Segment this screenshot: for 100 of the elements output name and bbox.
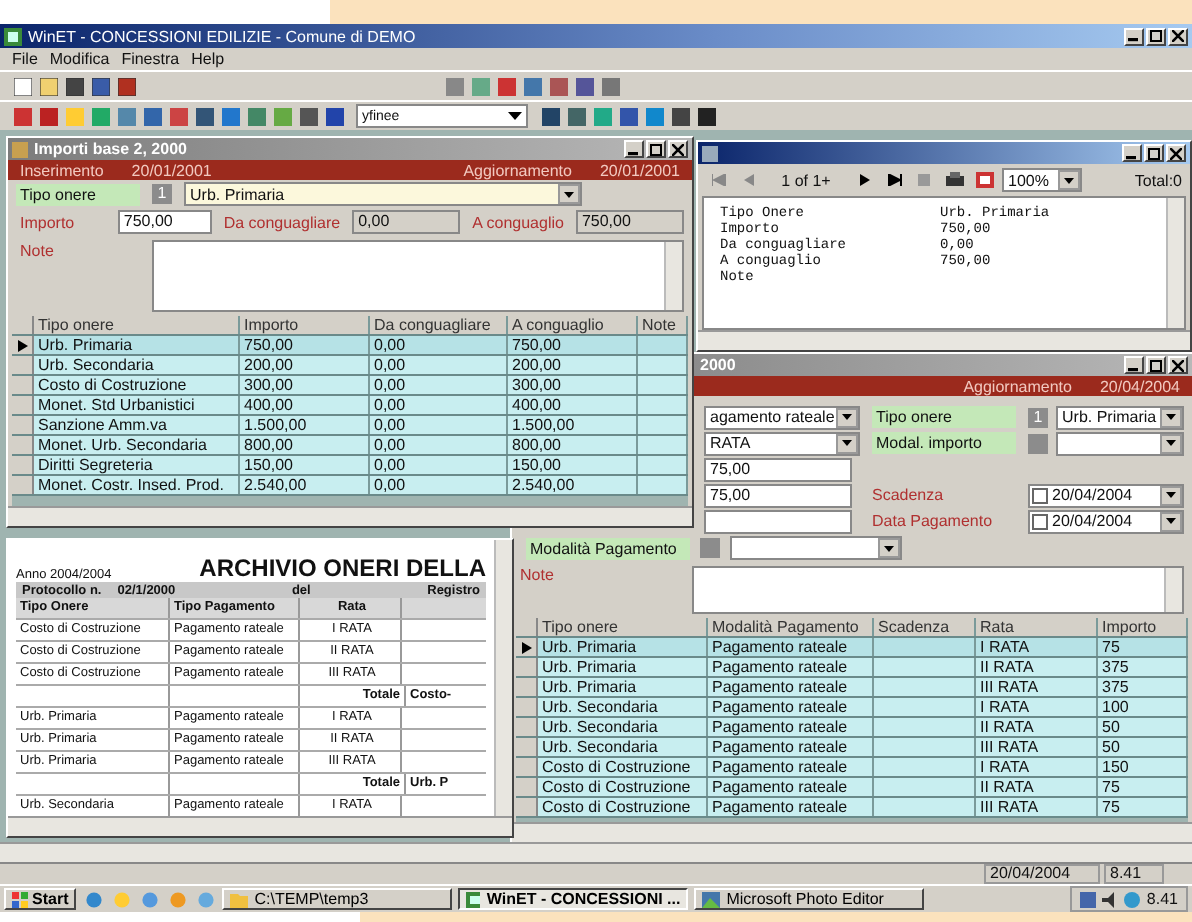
quick-launch-button[interactable] <box>82 888 105 910</box>
date-picker[interactable]: 20/04/2004 <box>1028 483 1184 507</box>
toolbar-button[interactable] <box>296 104 320 128</box>
horizontal-scrollbar[interactable] <box>8 816 512 836</box>
table-row[interactable]: Costo di Costruzione Pagamento rateale II RATA 75 <box>516 778 1188 798</box>
table-row[interactable]: Urb. Primaria Pagamento rateale II RATA 375 <box>516 658 1188 678</box>
table-cell: 0,00 <box>370 436 508 454</box>
input-field[interactable]: 75,00 <box>704 483 852 507</box>
table-row[interactable]: Urb. Secondaria Pagamento rateale II RATA 50 <box>516 718 1188 738</box>
field-label: Modalità Pagamento <box>526 537 690 559</box>
toolbar-button[interactable] <box>616 104 640 128</box>
horizontal-scrollbar[interactable] <box>698 330 1190 350</box>
close-button[interactable] <box>1168 27 1188 45</box>
dropdown-button[interactable] <box>1160 407 1182 427</box>
column-header[interactable]: Note <box>638 316 688 334</box>
dropdown-button[interactable] <box>558 184 580 204</box>
zoom-dropdown[interactable]: 100% <box>1002 168 1082 192</box>
table-row[interactable]: Urb. Primaria Pagamento rateale I RATA 75 <box>516 638 1188 658</box>
vertical-scrollbar[interactable] <box>1166 198 1184 328</box>
column-header[interactable]: Modalità Pagamento <box>708 618 874 636</box>
column-header[interactable]: Scadenza <box>874 618 976 636</box>
dropdown-button[interactable] <box>1160 433 1182 453</box>
menu-item[interactable]: Help <box>191 50 225 68</box>
taskbar-button[interactable]: Microsoft Photo Editor <box>694 888 925 910</box>
toolbar-button[interactable] <box>694 104 718 128</box>
close-button[interactable] <box>1166 144 1186 162</box>
input-field[interactable]: 75,00 <box>704 457 852 481</box>
maximize-button[interactable] <box>1146 27 1166 45</box>
table-cell: III RATA <box>976 738 1098 756</box>
table-row[interactable]: Costo di Costruzione Pagamento rateale III RATA 75 <box>516 798 1188 818</box>
horizontal-scrollbar[interactable] <box>0 842 1192 862</box>
quick-launch-button[interactable] <box>138 888 161 910</box>
table-row[interactable]: Urb. Primaria Pagamento rateale III RATA 375 <box>516 678 1188 698</box>
input-field[interactable]: 750,00 <box>117 210 212 234</box>
table-cell: 50 <box>1098 738 1188 756</box>
table-row[interactable]: Urb. Secondaria Pagamento rateale I RATA 100 <box>516 698 1188 718</box>
date-picker[interactable]: 20/04/2004 <box>1028 509 1184 533</box>
horizontal-scrollbar[interactable] <box>8 506 692 526</box>
taskbar-button[interactable]: C:\TEMP\temp3 <box>222 888 453 910</box>
toolbar-button[interactable] <box>668 104 692 128</box>
dropdown-button[interactable] <box>1058 170 1080 190</box>
code-field[interactable] <box>700 538 720 558</box>
first-page-button[interactable] <box>706 168 730 192</box>
last-page-button[interactable] <box>882 168 906 192</box>
dropdown-button[interactable] <box>836 433 858 453</box>
field-label: Modal. importo <box>872 432 1016 454</box>
table-row[interactable]: Costo di Costruzione Pagamento rateale I RATA 150 <box>516 758 1188 778</box>
column-header[interactable]: Tipo onere <box>538 618 708 636</box>
menu-item[interactable]: Finestra <box>121 50 180 68</box>
code-field[interactable] <box>1028 433 1048 453</box>
note-field[interactable] <box>692 566 1184 614</box>
table-row[interactable]: Monet. Costr. Insed. Prod. 2.540,00 0,00 2.540,00 <box>12 476 688 496</box>
dropdown[interactable]: Urb. Primaria <box>184 182 582 206</box>
export-button[interactable] <box>972 168 996 192</box>
table-row[interactable]: Urb. Secondaria 200,00 0,00 200,00 <box>12 356 688 376</box>
dropdown[interactable]: agamento rateale <box>704 405 860 429</box>
dropdown-button[interactable] <box>836 407 858 427</box>
dropdown-button[interactable] <box>878 538 900 558</box>
table-row[interactable]: Urb. Secondaria Pagamento rateale III RATA 50 <box>516 738 1188 758</box>
menu-item[interactable]: Modifica <box>49 50 110 68</box>
toolbar-button[interactable] <box>322 104 346 128</box>
table-cell: 75 <box>1098 798 1188 816</box>
column-header[interactable]: A conguaglio <box>508 316 638 334</box>
vertical-scrollbar[interactable] <box>664 242 682 310</box>
column-header[interactable]: Da conguagliare <box>370 316 508 334</box>
column-header[interactable]: Rata <box>976 618 1098 636</box>
vertical-scrollbar[interactable] <box>494 540 512 816</box>
vertical-scrollbar[interactable] <box>1164 568 1182 612</box>
table-row[interactable]: Costo di Costruzione 300,00 0,00 300,00 <box>12 376 688 396</box>
date-text: 20/01/2001 <box>599 161 680 179</box>
table-cell: III RATA <box>976 678 1098 696</box>
taskbar-button[interactable]: WinET - CONCESSIONI ... <box>458 888 689 910</box>
menu-item[interactable]: File <box>12 50 38 68</box>
toolbar-button[interactable] <box>88 74 112 98</box>
table-row[interactable]: Monet. Urb. Secondaria 800,00 0,00 800,00 <box>12 436 688 456</box>
table-cell: Urb. Secondaria <box>538 698 708 716</box>
dropdown[interactable]: RATA <box>704 431 860 455</box>
column-header[interactable]: Tipo onere <box>34 316 240 334</box>
column-header[interactable]: Importo <box>1098 618 1188 636</box>
minimize-button[interactable] <box>1122 144 1142 162</box>
table-row[interactable]: Urb. Primaria 750,00 0,00 750,00 <box>12 336 688 356</box>
table-row[interactable]: Monet. Std Urbanistici 400,00 0,00 400,00 <box>12 396 688 416</box>
note-field[interactable] <box>152 240 684 312</box>
table-cell: Monet. Std Urbanistici <box>34 396 240 414</box>
input-field[interactable] <box>704 509 852 533</box>
toolbar-button[interactable] <box>62 74 86 98</box>
maximize-icon <box>1150 30 1162 42</box>
dropdown[interactable]: Urb. Primaria <box>1056 405 1184 429</box>
horizontal-scrollbar[interactable] <box>512 822 1192 842</box>
table-row[interactable]: Sanzione Amm.va 1.500,00 0,00 1.500,00 <box>12 416 688 436</box>
toolbar-button[interactable] <box>192 104 216 128</box>
table-cell: 1.500,00 <box>240 416 370 434</box>
minimize-button[interactable] <box>1124 27 1144 45</box>
table-row[interactable]: Diritti Segreteria 150,00 0,00 150,00 <box>12 456 688 476</box>
toolbar-button[interactable] <box>114 74 138 98</box>
maximize-button[interactable] <box>1144 144 1164 162</box>
print-button[interactable] <box>942 168 966 192</box>
toolbar-button[interactable] <box>538 104 562 128</box>
column-header[interactable]: Importo <box>240 316 370 334</box>
start-button[interactable]: Start <box>4 888 77 910</box>
